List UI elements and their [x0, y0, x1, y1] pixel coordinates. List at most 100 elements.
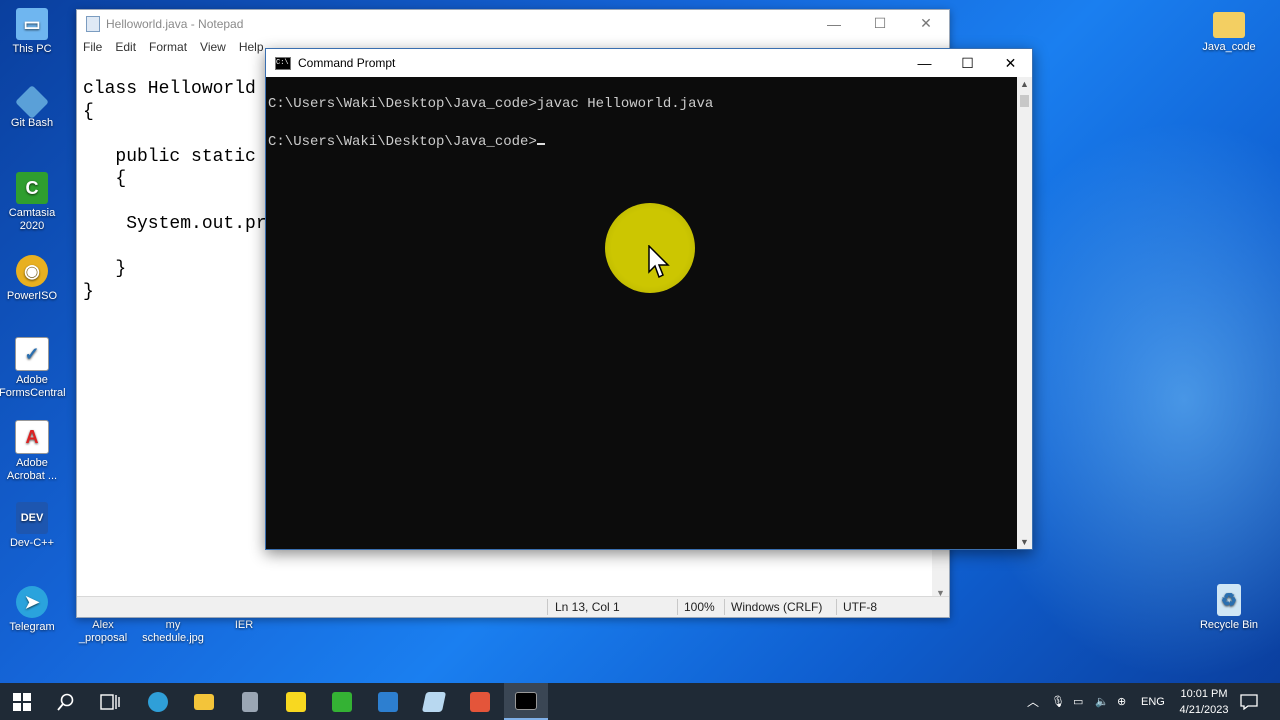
scroll-up-icon[interactable]: ▲ [1019, 79, 1030, 89]
menu-view[interactable]: View [200, 40, 226, 54]
cmd-console[interactable]: C:\Users\Waki\Desktop\Java_code>javac He… [266, 77, 1016, 549]
menu-file[interactable]: File [83, 40, 102, 54]
menu-format[interactable]: Format [149, 40, 187, 54]
battery-button[interactable]: ▭ [1073, 683, 1083, 720]
computer-icon: ▭ [16, 8, 48, 40]
notepad-icon [86, 15, 100, 32]
start-icon [13, 692, 31, 711]
desktop-icon-dev-cpp[interactable]: DEV Dev-C++ [0, 502, 67, 550]
notification-center-button[interactable] [1240, 683, 1258, 720]
desktop-icon-label: my schedule.jpg [142, 619, 204, 644]
scroll-thumb[interactable] [1020, 95, 1029, 107]
show-hidden-icons-button[interactable]: ︿ [1027, 683, 1039, 720]
cmd-titlebar[interactable]: C:\ Command Prompt — ☐ ✕ [266, 49, 1032, 77]
video-editor-icon [378, 691, 398, 712]
cmd-maximize-button[interactable]: ☐ [946, 49, 989, 77]
camtasia-icon: C [16, 172, 48, 204]
task-view-button[interactable] [88, 683, 132, 720]
microphone-button[interactable]: 🎙 [1051, 683, 1065, 720]
minimize-button[interactable]: — [811, 10, 857, 37]
search-icon [57, 693, 74, 711]
desktop-icon-alex-proposal[interactable]: Alex _proposal [68, 619, 138, 645]
taskbar-sticky-notes[interactable] [274, 683, 318, 720]
taskbar-calculator[interactable] [228, 683, 272, 720]
taskbar-camtasia-recorder[interactable] [458, 683, 502, 720]
desktop-icon-recycle-bin[interactable]: ♻ Recycle Bin [1194, 584, 1264, 632]
recycle-bin-icon: ♻ [1217, 584, 1241, 616]
desktop-icon-ier[interactable]: IER [209, 619, 279, 632]
volume-button[interactable]: 🔈 [1095, 683, 1109, 720]
desktop-icon-camtasia[interactable]: C Camtasia 2020 [0, 172, 67, 233]
menu-help[interactable]: Help [239, 40, 264, 54]
cmd-vertical-scrollbar[interactable]: ▲ ▼ [1017, 77, 1032, 549]
taskbar-command-prompt[interactable] [504, 683, 548, 720]
taskbar-video-editor[interactable] [366, 683, 410, 720]
close-icon: ✕ [920, 15, 932, 31]
cmd-close-button[interactable]: ✕ [989, 49, 1032, 77]
notification-icon [1240, 693, 1258, 710]
scroll-down-icon[interactable]: ▼ [1019, 537, 1030, 547]
microphone-icon: 🎙 [1051, 696, 1065, 708]
taskbar-clock[interactable]: 10:01 PM 4/21/2023 [1172, 686, 1236, 718]
desktop-icon-adobe-acrobat[interactable]: A Adobe Acrobat ... [0, 420, 67, 483]
telegram-icon: ➤ [16, 586, 48, 618]
desktop-icon-telegram[interactable]: ➤ Telegram [0, 586, 67, 634]
network-button[interactable]: ⊕ [1117, 683, 1126, 720]
desktop-icon-my-schedule[interactable]: my schedule.jpg [138, 619, 208, 645]
folder-icon [1213, 12, 1245, 38]
start-button[interactable] [0, 683, 44, 720]
taskbar-file-explorer[interactable] [182, 683, 226, 720]
cmd-prompt: C:\Users\Waki\Desktop\Java_code> [268, 134, 537, 150]
status-position: Ln 13, Col 1 [555, 600, 620, 614]
taskbar-edge[interactable] [136, 683, 180, 720]
notepad-text-area[interactable]: class Helloworld { public static { Syste… [83, 78, 267, 303]
desktop-icon-this-pc[interactable]: ▭ This PC [0, 8, 67, 56]
minimize-icon: — [917, 55, 932, 71]
sticky-notes-icon [286, 691, 306, 712]
desktop-icon-label: Adobe Acrobat ... [6, 457, 58, 482]
mouse-pointer-icon [648, 245, 670, 279]
task-view-icon [100, 693, 120, 710]
maximize-icon: ☐ [961, 54, 974, 71]
status-encoding: UTF-8 [843, 600, 877, 614]
minimize-icon: — [827, 15, 841, 32]
maximize-button[interactable]: ☐ [857, 10, 903, 37]
command-prompt-window[interactable]: C:\ Command Prompt — ☐ ✕ C:\Users\Waki\D… [265, 48, 1033, 550]
globe-icon: ⊕ [1117, 696, 1127, 708]
poweriso-icon: ◉ [16, 255, 48, 287]
clock-date: 4/21/2023 [1179, 704, 1229, 716]
desktop-icon-git-bash[interactable]: Git Bash [0, 85, 67, 130]
status-line-ending: Windows (CRLF) [731, 600, 823, 614]
notepad-title: Helloworld.java - Notepad [106, 16, 244, 31]
language-indicator[interactable]: ENG [1141, 683, 1165, 720]
desktop-icon-label: Java_code [1202, 41, 1256, 53]
text-cursor [536, 143, 545, 145]
desktop-icon-adobe-formscentral[interactable]: ✓ Adobe FormsCentral [0, 337, 67, 400]
taskbar-search-button[interactable] [44, 683, 88, 720]
desktop-icon-java-code[interactable]: Java_code [1194, 8, 1264, 54]
file-explorer-icon [194, 693, 214, 710]
clock-time: 10:01 PM [1180, 688, 1228, 700]
menu-edit[interactable]: Edit [115, 40, 136, 54]
chevron-up-icon: ︿ [1027, 695, 1040, 709]
desktop-icon-label: Recycle Bin [1199, 619, 1259, 631]
acrobat-icon: A [15, 420, 49, 454]
taskbar: ︿ 🎙 ▭ 🔈 ⊕ ENG 10:01 PM 4/21/2023 [0, 683, 1280, 720]
cmd-title: Command Prompt [298, 56, 396, 70]
battery-icon: ▭ [1073, 696, 1084, 708]
taskbar-notepad[interactable] [412, 683, 456, 720]
desktop-icon-poweriso[interactable]: ◉ PowerISO [0, 255, 67, 303]
desktop-icon-label: This PC [12, 43, 52, 55]
taskbar-camtasia[interactable] [320, 683, 364, 720]
maximize-icon: ☐ [873, 15, 887, 31]
close-icon: ✕ [1004, 54, 1017, 71]
close-button[interactable]: ✕ [903, 10, 949, 37]
command-prompt-icon: C:\ [275, 56, 291, 70]
notepad-titlebar[interactable]: Helloworld.java - Notepad — ☐ ✕ [77, 10, 949, 37]
desktop-icon-label: PowerISO [6, 290, 58, 302]
calculator-icon [242, 691, 258, 712]
devcpp-icon: DEV [16, 502, 48, 534]
cmd-minimize-button[interactable]: — [903, 49, 946, 77]
cmd-line: C:\Users\Waki\Desktop\Java_code>javac He… [268, 96, 714, 112]
desktop-icon-label: Camtasia 2020 [8, 207, 56, 232]
